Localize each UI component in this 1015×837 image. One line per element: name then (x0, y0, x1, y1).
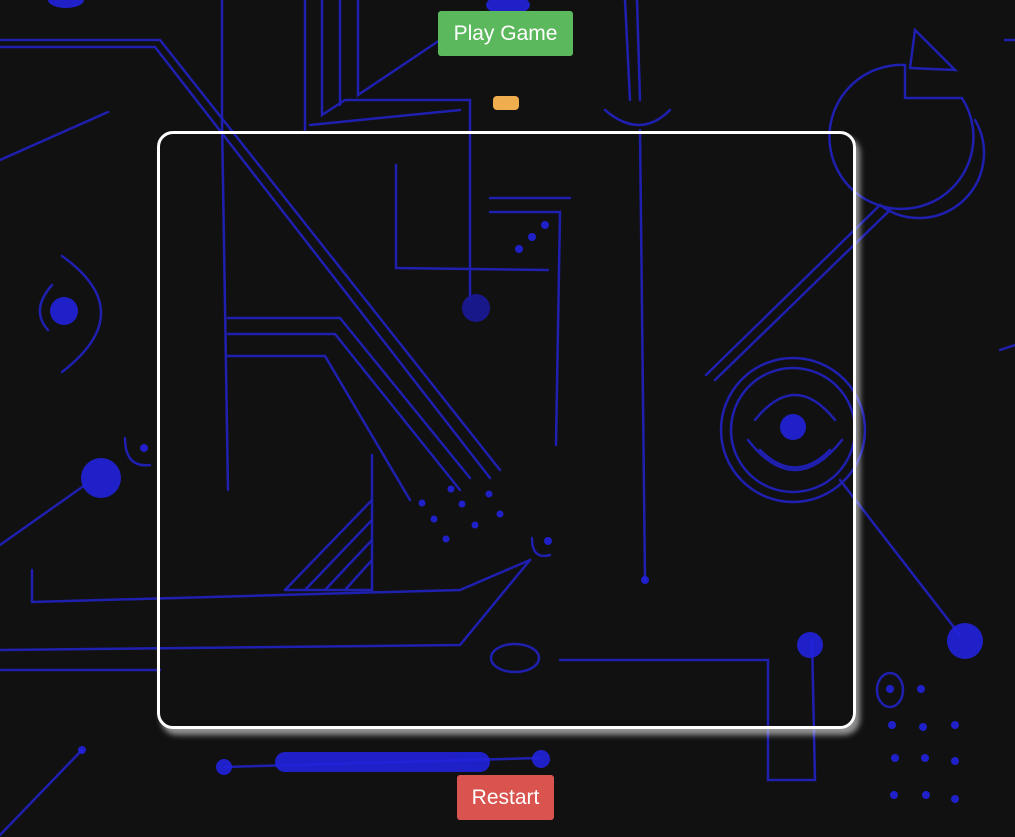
restart-button[interactable]: Restart (457, 775, 554, 820)
game-board[interactable] (157, 131, 856, 729)
game-stage: Play Game Restart (0, 0, 1015, 837)
score-indicator (493, 96, 519, 110)
play-game-button[interactable]: Play Game (438, 11, 573, 56)
